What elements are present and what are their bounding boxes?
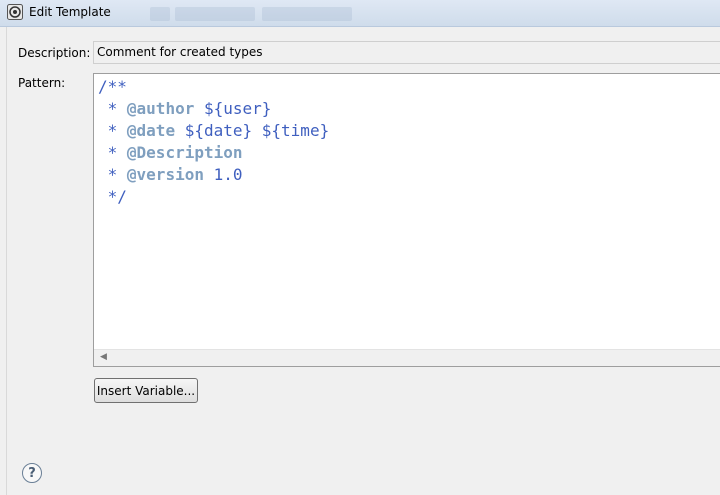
- help-icon[interactable]: ?: [22, 463, 42, 483]
- pattern-line: * @version 1.0: [98, 165, 243, 184]
- pattern-code[interactable]: /** * @author ${user} * @date ${date} ${…: [98, 76, 329, 208]
- background-window-artifact: [175, 7, 255, 21]
- insert-variable-button[interactable]: Insert Variable...: [94, 378, 198, 403]
- title-bar: Edit Template: [0, 0, 720, 27]
- eclipse-icon: [7, 4, 23, 20]
- dialog-border: [6, 27, 7, 495]
- pattern-line: /**: [98, 77, 127, 96]
- pattern-line: */: [98, 187, 127, 206]
- description-field[interactable]: Comment for created types: [93, 41, 720, 64]
- pattern-line: * @date ${date} ${time}: [98, 121, 330, 140]
- background-window-artifact: [150, 7, 170, 21]
- pattern-editor[interactable]: /** * @author ${user} * @date ${date} ${…: [93, 73, 720, 367]
- javadoc-tag: @author: [126, 99, 195, 118]
- javadoc-tag: @version: [126, 165, 204, 184]
- pattern-label: Pattern:: [18, 76, 66, 90]
- horizontal-scrollbar[interactable]: ◀: [94, 349, 720, 366]
- javadoc-tag: @Description: [126, 143, 243, 162]
- pattern-line: * @author ${user}: [98, 99, 272, 118]
- description-label: Description:: [18, 46, 91, 60]
- window-title: Edit Template: [29, 5, 111, 19]
- scroll-left-arrow-icon[interactable]: ◀: [100, 352, 107, 362]
- pattern-line: * @Description: [98, 143, 243, 162]
- javadoc-tag: @date: [126, 121, 176, 140]
- background-window-artifact: [262, 7, 352, 21]
